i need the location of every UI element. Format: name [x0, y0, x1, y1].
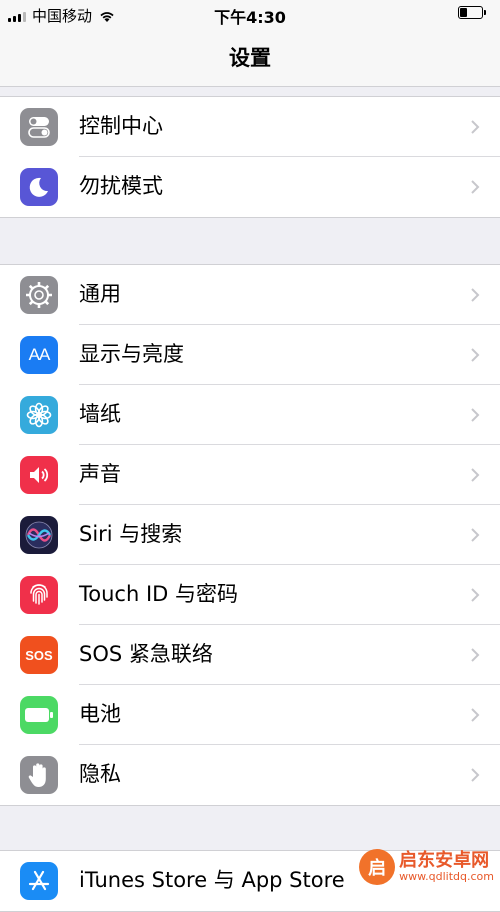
settings-row-battery[interactable]: 电池 — [0, 685, 500, 745]
settings-group-controls: 控制中心 勿扰模式 — [0, 96, 500, 218]
settings-row-label: 显示与亮度 — [79, 342, 184, 366]
settings-row-sounds[interactable]: 声音 — [0, 445, 500, 505]
moon-icon — [20, 168, 58, 206]
watermark-name: 启东安卓网 — [399, 850, 490, 872]
navigation-bar: 设置 — [0, 28, 500, 87]
settings-row-touch-id-passcode[interactable]: Touch ID 与密码 — [0, 565, 500, 625]
chevron-right-icon — [471, 288, 480, 302]
chevron-right-icon — [471, 180, 480, 194]
settings-row-control-center[interactable]: 控制中心 — [0, 97, 500, 157]
battery-status-icon — [458, 6, 488, 21]
site-watermark: 启 启东安卓网 www.qdlitdq.com — [359, 849, 494, 885]
chevron-right-icon — [471, 120, 480, 134]
settings-row-label: 墙纸 — [79, 402, 121, 426]
chevron-right-icon — [471, 348, 480, 362]
chevron-right-icon — [471, 468, 480, 482]
sos-icon: SOS — [20, 636, 58, 674]
hand-icon — [20, 756, 58, 794]
fingerprint-icon — [20, 576, 58, 614]
settings-row-do-not-disturb[interactable]: 勿扰模式 — [0, 157, 500, 217]
watermark-logo-icon: 启 — [359, 849, 396, 885]
control-center-icon — [20, 108, 58, 146]
chevron-right-icon — [471, 408, 480, 422]
settings-row-general[interactable]: 通用 — [0, 265, 500, 325]
settings-row-label: Touch ID 与密码 — [79, 582, 238, 606]
settings-row-label: 隐私 — [79, 762, 121, 786]
settings-row-display-brightness[interactable]: AA 显示与亮度 — [0, 325, 500, 385]
chevron-right-icon — [471, 768, 480, 782]
settings-row-label: 电池 — [79, 702, 121, 726]
settings-row-siri-search[interactable]: Siri 与搜索 — [0, 505, 500, 565]
settings-row-label: Siri 与搜索 — [79, 522, 183, 546]
settings-group-system: 通用 AA 显示与亮度 墙纸 声音 Siri 与搜索 Touch ID 与密码 … — [0, 264, 500, 806]
chevron-right-icon — [471, 648, 480, 662]
settings-row-privacy[interactable]: 隐私 — [0, 745, 500, 805]
siri-icon — [20, 516, 58, 554]
wallpaper-flower-icon — [20, 396, 58, 434]
watermark-url: www.qdlitdq.com — [399, 869, 494, 883]
chevron-right-icon — [471, 528, 480, 542]
clock: 下午4:30 — [214, 8, 286, 27]
app-store-icon — [20, 862, 58, 900]
chevron-right-icon — [471, 588, 480, 602]
speaker-icon — [20, 456, 58, 494]
settings-row-label: iTunes Store 与 App Store — [79, 868, 345, 892]
gear-icon — [20, 276, 58, 314]
settings-row-label: 声音 — [79, 462, 121, 486]
display-aa-icon: AA — [20, 336, 58, 374]
settings-row-label: 控制中心 — [79, 114, 163, 138]
chevron-right-icon — [471, 708, 480, 722]
settings-row-label: 勿扰模式 — [79, 174, 163, 198]
settings-row-wallpaper[interactable]: 墙纸 — [0, 385, 500, 445]
battery-icon — [20, 696, 58, 734]
settings-row-label: 通用 — [79, 282, 121, 306]
page-title: 设置 — [229, 46, 271, 70]
status-bar: 中国移动 下午4:30 — [0, 0, 500, 28]
settings-row-label: SOS 紧急联络 — [79, 642, 213, 666]
settings-row-emergency-sos[interactable]: SOS SOS 紧急联络 — [0, 625, 500, 685]
